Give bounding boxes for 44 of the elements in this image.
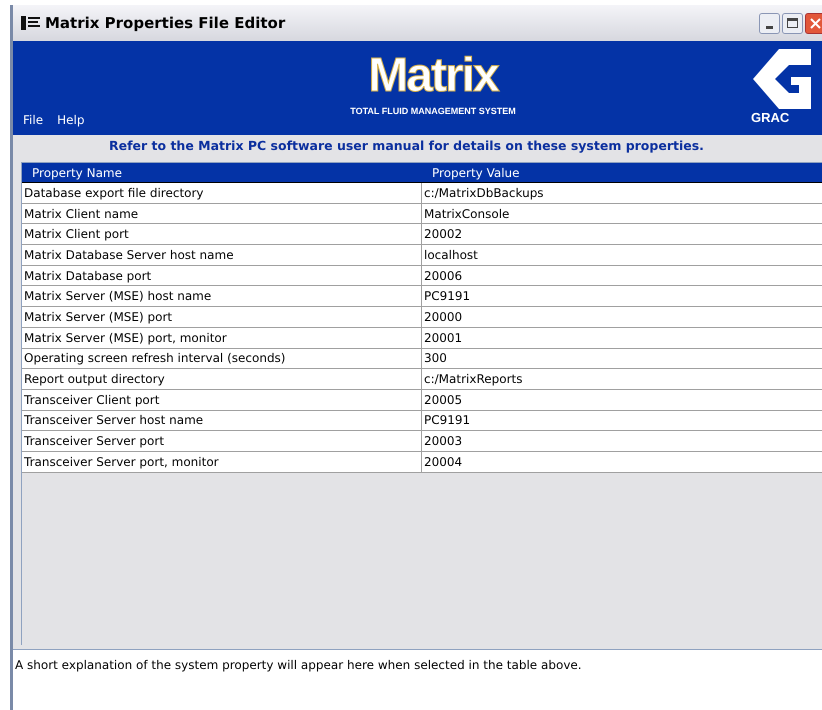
- table-cell: Operating screen refresh interval (seconds): [22, 348, 422, 368]
- menu-item[interactable]: Help: [57, 111, 84, 129]
- logo-text: Matrix: [368, 48, 498, 104]
- logo-tagline: TOTAL FLUID MANAGEMENT SYSTEM: [350, 105, 516, 118]
- brand-text: GRAC: [751, 111, 790, 125]
- window-title: Matrix Properties File Editor: [45, 12, 286, 34]
- table-cell: Transceiver Server port, monitor: [22, 452, 422, 472]
- table-cell: MatrixConsole: [422, 204, 822, 224]
- table-cell: c:/MatrixReports: [422, 369, 822, 389]
- table-cell: 20000: [422, 307, 822, 327]
- table-cell: Matrix Client name: [22, 204, 422, 224]
- table-cell: Report output directory: [22, 369, 422, 389]
- table-cell: 20003: [422, 431, 822, 451]
- menu-item[interactable]: File: [23, 111, 44, 129]
- table-cell: c:/MatrixDbBackups: [422, 183, 822, 203]
- table-cell: Matrix Database Server host name: [22, 245, 422, 265]
- brand-logo-icon: [751, 47, 811, 111]
- table-cell: 20005: [422, 390, 822, 410]
- table-cell: Transceiver Client port: [22, 390, 422, 410]
- table-cell: Database export file directory: [22, 183, 422, 203]
- minimize-button[interactable]: [759, 12, 780, 34]
- close-button[interactable]: [805, 12, 822, 34]
- close-icon: [810, 18, 821, 28]
- table-cell: PC9191: [422, 286, 822, 306]
- table-cell: 20002: [422, 224, 822, 244]
- table-cell: PC9191: [422, 410, 822, 430]
- column-header[interactable]: Property Value: [422, 163, 822, 182]
- app-icon: [21, 16, 41, 30]
- table-cell: Matrix Client port: [22, 224, 422, 244]
- description-text: A short explanation of the system property will appear here when selected in the table above.: [15, 658, 582, 672]
- table-cell: Transceiver Server host name: [22, 410, 422, 430]
- table-cell: 20001: [422, 328, 822, 348]
- table-cell: Matrix Server (MSE) port: [22, 307, 422, 327]
- notice-text: Refer to the Matrix PC software user manual for details on these system properties.: [109, 136, 704, 155]
- table-cell: Matrix Server (MSE) host name: [22, 286, 422, 306]
- table-cell: localhost: [422, 245, 822, 265]
- column-header[interactable]: Property Name: [22, 163, 422, 182]
- table-cell: 20004: [422, 452, 822, 472]
- table-cell: Matrix Server (MSE) port, monitor: [22, 328, 422, 348]
- maximize-button[interactable]: [782, 12, 803, 34]
- table-cell: Matrix Database port: [22, 266, 422, 286]
- table-cell: 20006: [422, 266, 822, 286]
- table-cell: Transceiver Server port: [22, 431, 422, 451]
- table-cell: 300: [422, 348, 822, 368]
